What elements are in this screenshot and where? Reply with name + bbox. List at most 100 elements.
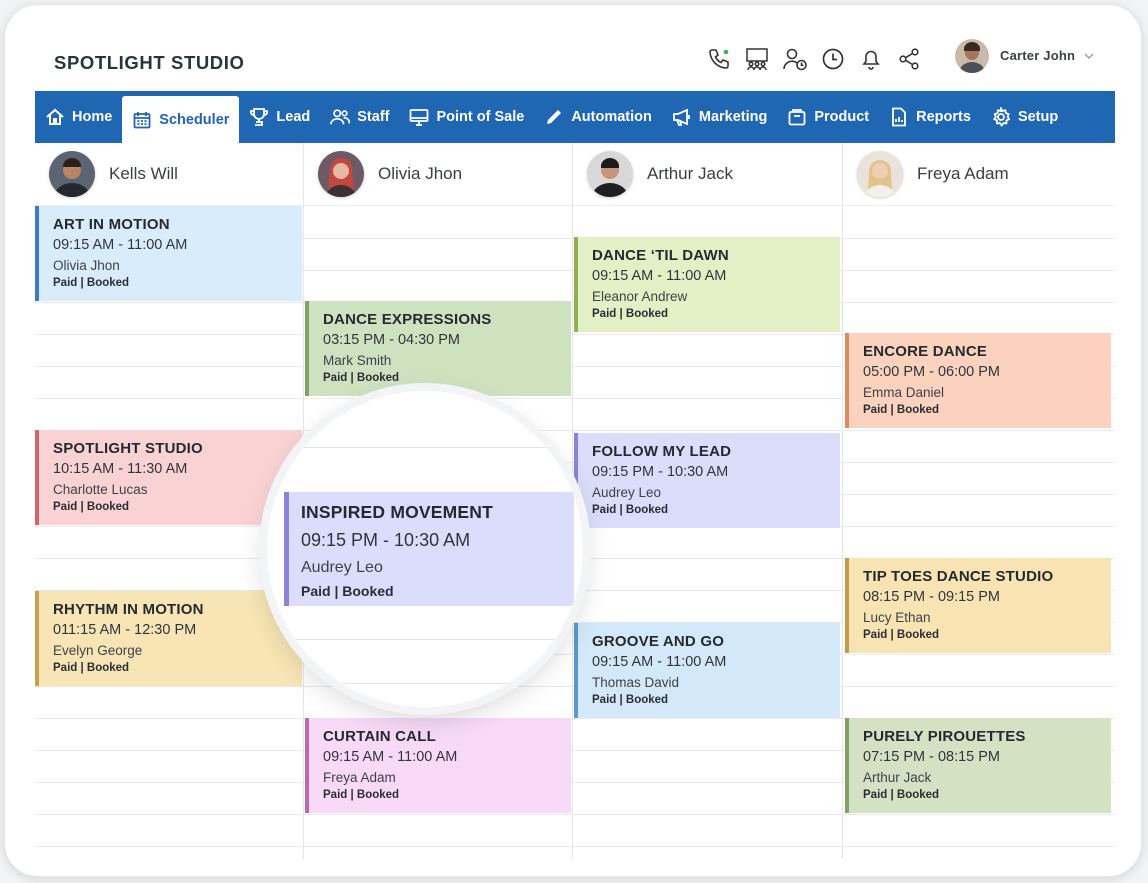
event-title: RHYTHM IN MOTION [53,601,204,618]
staff-avatar [318,151,364,197]
event-title: CURTAIN CALL [323,728,436,745]
event-status: Paid | Booked [301,583,394,599]
event-card[interactable]: FOLLOW MY LEAD 09:15 PM - 10:30 AM Audre… [574,433,840,528]
nav-scheduler[interactable]: Scheduler [122,96,240,143]
event-status: Paid | Booked [592,694,669,706]
group-meeting-icon[interactable] [743,45,771,73]
staff-column-header[interactable]: Freya Adam [843,143,1115,206]
event-status: Paid | Booked [53,662,130,674]
event-time: 03:15 PM - 04:30 PM [323,332,461,348]
monitor-icon [410,109,429,126]
event-person: Audrey Leo [301,559,383,576]
main-nav: Home Scheduler Lead Staff Point of Sale … [35,91,1115,143]
event-person: Thomas David [592,675,680,690]
event-title: ENCORE DANCE [863,343,988,360]
event-time: 09:15 AM - 11:00 AM [53,237,188,253]
magnified-event-card[interactable]: INSPIRED MOVEMENT 09:15 PM - 10:30 AM Au… [284,492,574,606]
event-title: INSPIRED MOVEMENT [301,502,494,522]
event-time: 07:15 PM - 08:15 PM [863,749,1001,765]
chevron-down-icon[interactable] [1082,49,1096,63]
user-clock-icon[interactable] [781,45,809,73]
event-time: 09:15 AM - 11:00 AM [323,749,458,765]
bell-icon[interactable] [857,45,885,73]
event-time: 10:15 AM - 11:30 AM [53,461,188,477]
event-title: GROOVE AND GO [592,633,725,650]
event-person: Lucy Ethan [863,610,931,625]
nav-marketing[interactable]: Marketing [662,91,778,143]
nav-label: Scheduler [159,111,230,128]
event-card[interactable]: CURTAIN CALL 09:15 AM - 11:00 AM Freya A… [305,718,571,813]
event-time: 08:15 PM - 09:15 PM [863,589,1001,605]
nav-product[interactable]: Product [777,91,879,143]
gear-icon [992,107,1011,127]
share-icon[interactable] [895,45,923,73]
nav-automation[interactable]: Automation [534,91,662,143]
event-card[interactable]: RHYTHM IN MOTION 011:15 AM - 12:30 PM Ev… [35,591,302,686]
event-time: 011:15 AM - 12:30 PM [53,622,197,638]
user-name[interactable]: Carter John [1000,48,1075,63]
event-title: DANCE EXPRESSIONS [323,311,492,328]
nav-reports[interactable]: Reports [879,91,981,143]
event-status: Paid | Booked [53,277,130,289]
event-person: Eleanor Andrew [592,289,688,304]
staff-avatar [857,151,903,197]
app-title: SPOTLIGHT STUDIO [54,52,245,73]
event-title: ART IN MOTION [53,216,170,233]
time-slot-line [35,814,1115,815]
staff-column-header[interactable]: Olivia Jhon [304,143,572,206]
nav-label: Lead [276,109,311,125]
lens-grid-line [267,639,583,640]
phone-call-icon[interactable] [705,45,733,73]
event-time: 09:15 AM - 11:00 AM [592,654,727,670]
megaphone-icon [672,108,690,126]
staff-name: Olivia Jhon [378,164,463,183]
nav-staff[interactable]: Staff [320,91,399,143]
nav-label: Point of Sale [436,109,525,125]
staff-avatar [49,151,95,197]
event-status: Paid | Booked [323,372,400,384]
event-card[interactable]: ART IN MOTION 09:15 AM - 11:00 AM Olivia… [35,206,302,301]
event-title: SPOTLIGHT STUDIO [53,440,203,457]
event-card[interactable]: SPOTLIGHT STUDIO 10:15 AM - 11:30 AM Cha… [35,430,302,525]
staff-column-header[interactable]: Kells Will [35,143,303,206]
event-status: Paid | Booked [863,789,940,801]
event-time: 09:15 AM - 11:00 AM [592,268,727,284]
event-title: PURELY PIROUETTES [863,728,1026,745]
event-card[interactable]: PURELY PIROUETTES 07:15 PM - 08:15 PM Ar… [845,718,1111,813]
clock-icon[interactable] [819,45,847,73]
staff-column-header[interactable]: Arthur Jack [573,143,842,206]
report-icon [892,107,907,127]
event-card[interactable]: DANCE EXPRESSIONS 03:15 PM - 04:30 PM Ma… [305,301,571,396]
event-title: FOLLOW MY LEAD [592,443,732,460]
event-status: Paid | Booked [53,501,130,513]
header-toolbar [705,41,933,77]
calendar-icon [133,111,151,128]
event-person: Emma Daniel [863,385,945,400]
staff-avatar [587,151,633,197]
event-status: Paid | Booked [863,629,940,641]
event-card[interactable]: DANCE ‘TIL DAWN 09:15 AM - 11:00 AM Elea… [574,237,840,332]
nav-point-of-sale[interactable]: Point of Sale [399,91,534,143]
event-status: Paid | Booked [863,404,940,416]
staff-name: Kells Will [109,164,178,183]
nav-setup[interactable]: Setup [981,91,1068,143]
lens-grid-line [267,447,583,448]
event-card[interactable]: TIP TOES DANCE STUDIO 08:15 PM - 09:15 P… [845,558,1111,653]
event-person: Arthur Jack [863,770,932,785]
event-card[interactable]: GROOVE AND GO 09:15 AM - 11:00 AM Thomas… [574,623,840,718]
event-time: 09:15 PM - 10:30 AM [592,464,729,480]
nav-label: Home [72,109,113,125]
nav-lead[interactable]: Lead [239,91,320,143]
user-avatar[interactable] [955,39,989,73]
nav-home[interactable]: Home [35,91,122,143]
event-time: 05:00 PM - 06:00 PM [863,364,1001,380]
nav-label: Marketing [698,109,768,125]
nav-label: Setup [1017,109,1059,125]
nav-label: Staff [357,109,390,125]
trophy-icon [250,108,269,126]
event-person: Charlotte Lucas [53,482,148,497]
event-status: Paid | Booked [592,308,669,320]
event-card[interactable]: ENCORE DANCE 05:00 PM - 06:00 PM Emma Da… [845,333,1111,428]
event-title: DANCE ‘TIL DAWN [592,247,729,264]
pencil-icon [547,110,562,124]
